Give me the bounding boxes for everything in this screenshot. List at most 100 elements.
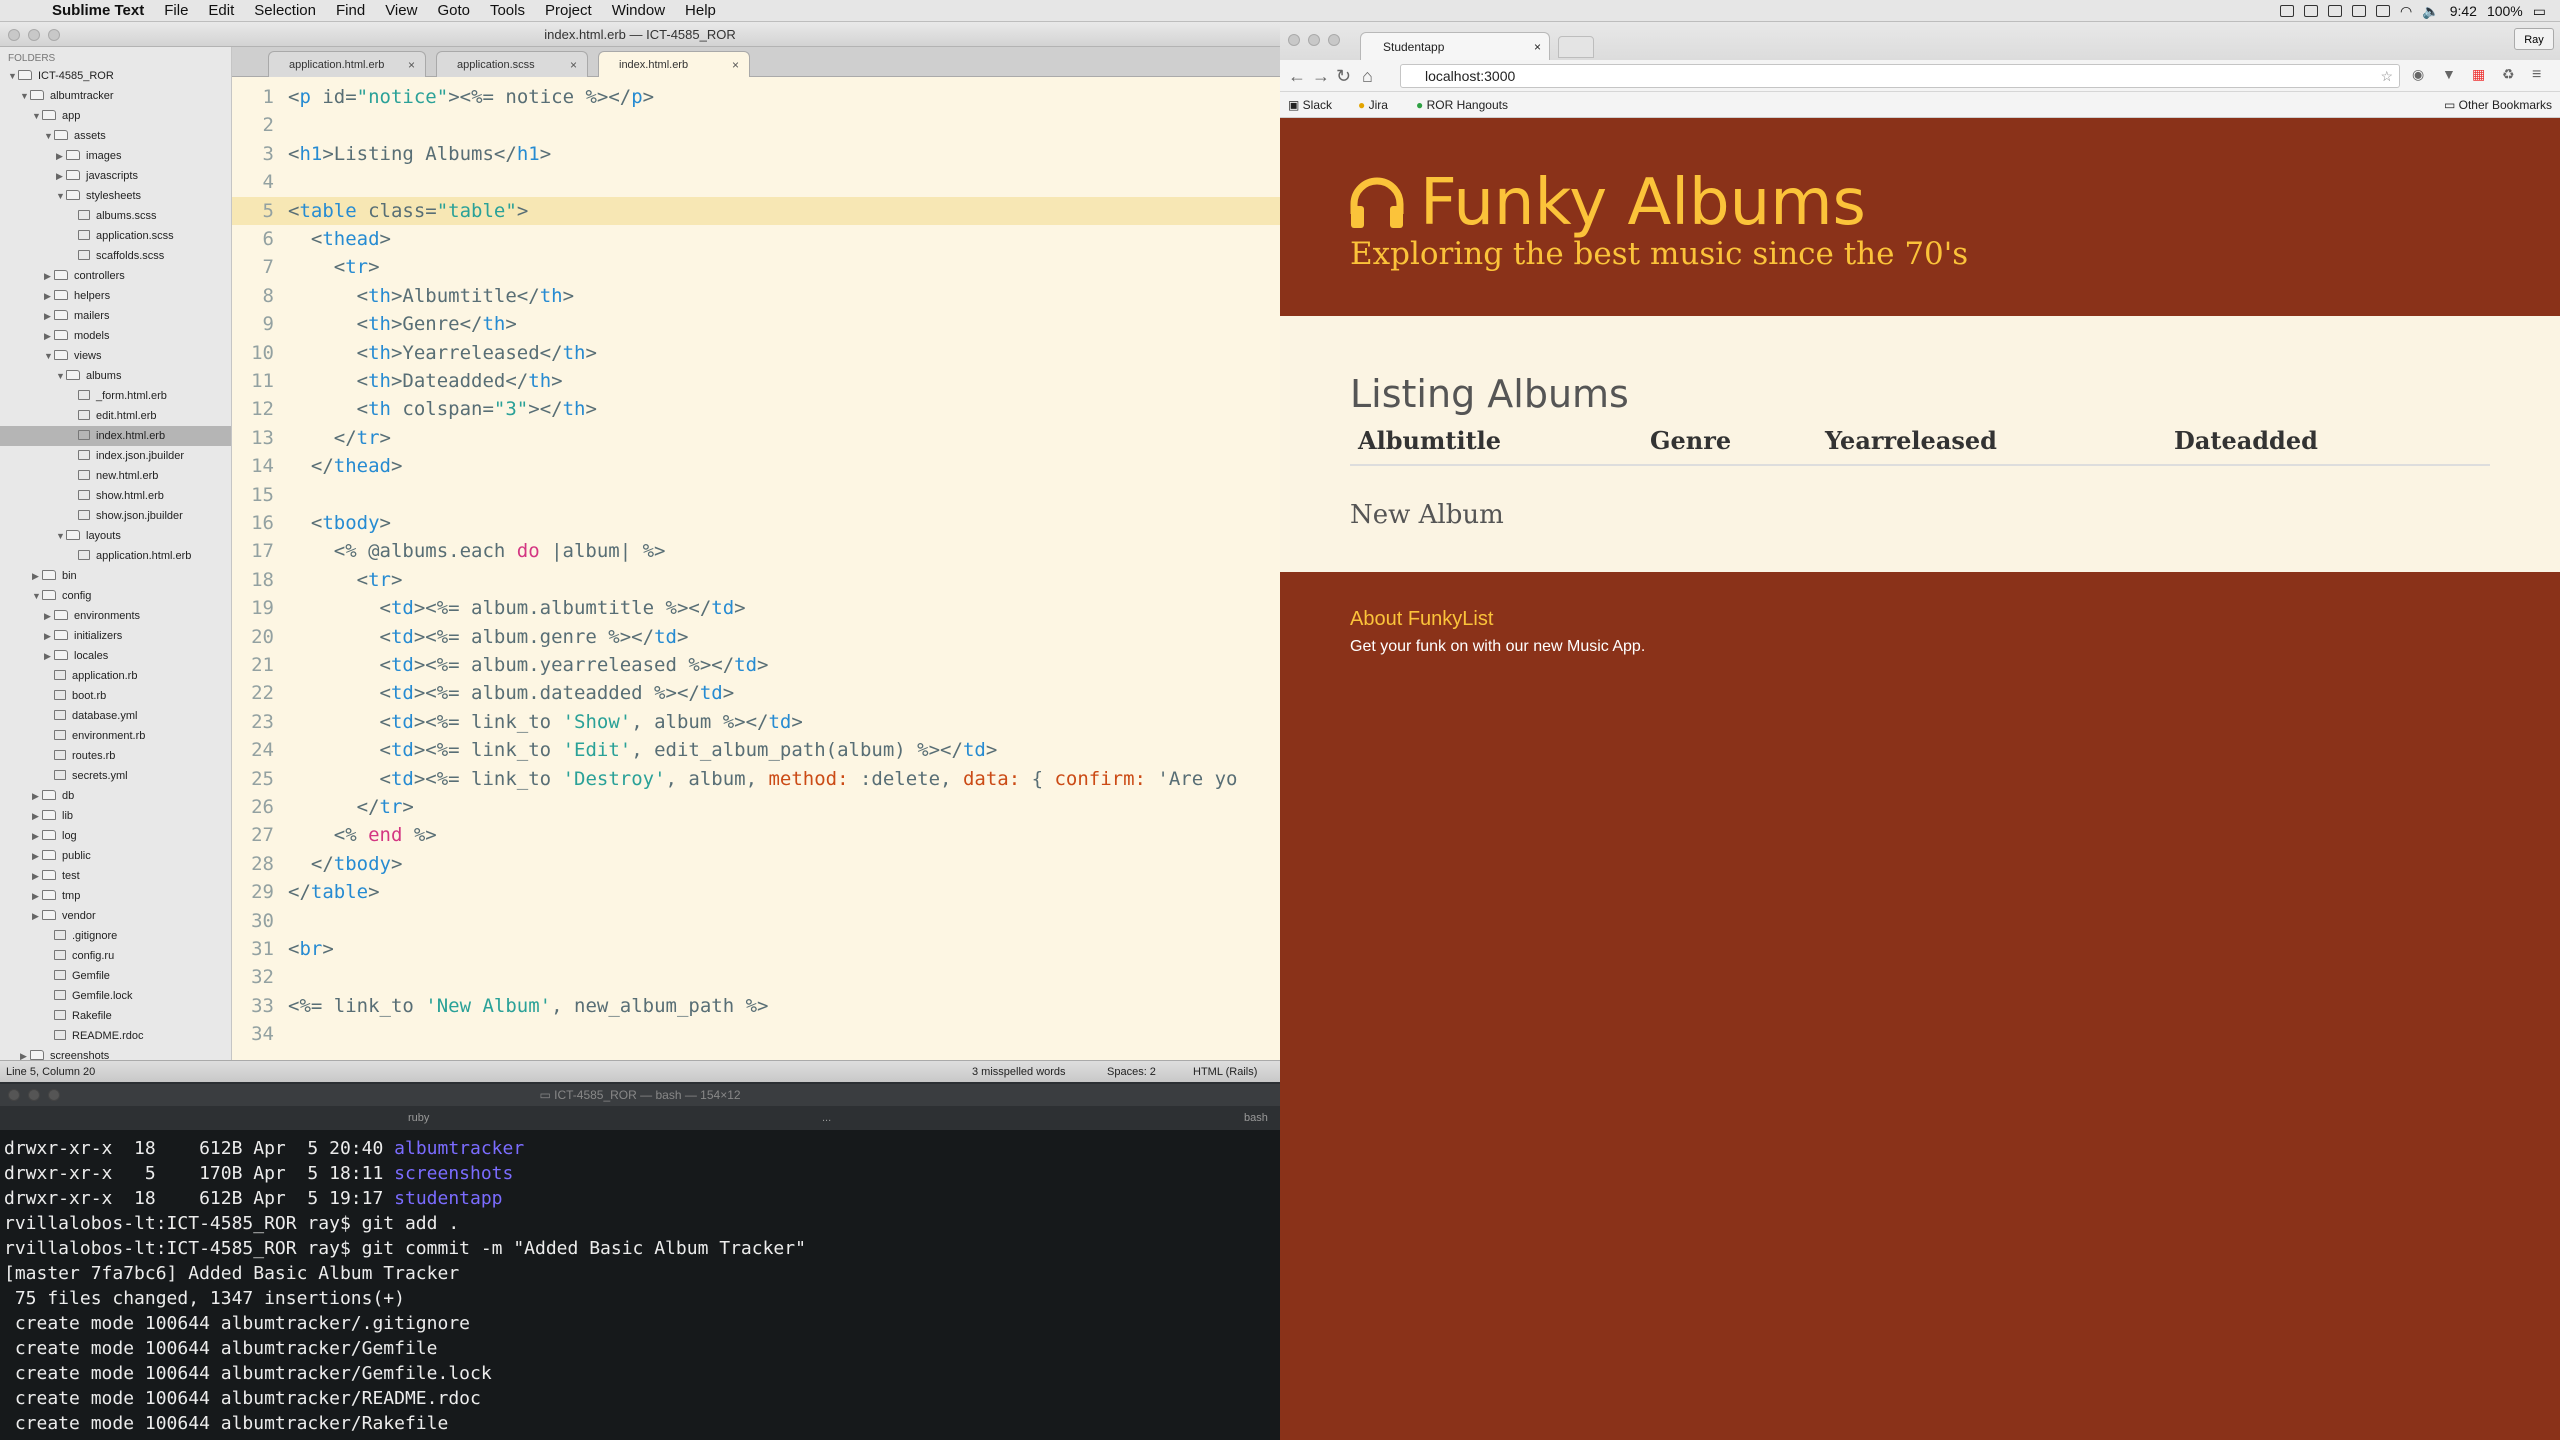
back-icon[interactable]: ← bbox=[1288, 66, 1306, 87]
code-line[interactable]: 28 </tbody> bbox=[232, 850, 1280, 878]
syntax-status[interactable]: HTML (Rails) bbox=[1193, 1061, 1257, 1083]
folder-item[interactable]: ▶ vendor bbox=[0, 906, 231, 926]
disclosure-open-icon[interactable]: ▼ bbox=[8, 66, 18, 86]
folder-item[interactable]: ▶ db bbox=[0, 786, 231, 806]
indentation-status[interactable]: Spaces: 2 bbox=[1107, 1061, 1156, 1083]
file-item[interactable]: config.ru bbox=[0, 946, 231, 966]
code-line[interactable]: 26 </tr> bbox=[232, 793, 1280, 821]
close-tab-icon[interactable]: × bbox=[1534, 33, 1541, 61]
bookmark-star-icon[interactable]: ☆ bbox=[2380, 65, 2393, 87]
disclosure-open-icon[interactable]: ▼ bbox=[56, 366, 66, 386]
footer-title[interactable]: About FunkyList bbox=[1350, 608, 1493, 631]
extension-icon[interactable]: ▦ bbox=[2472, 66, 2485, 83]
folder-item[interactable]: ▶ controllers bbox=[0, 266, 231, 286]
profile-button[interactable]: Ray bbox=[2514, 28, 2554, 50]
menu-goto[interactable]: Goto bbox=[437, 2, 470, 19]
file-item[interactable]: application.html.erb bbox=[0, 546, 231, 566]
disclosure-closed-icon[interactable]: ▶ bbox=[44, 266, 54, 286]
folder-item[interactable]: ▼ config bbox=[0, 586, 231, 606]
zoom-window-button[interactable] bbox=[48, 1089, 60, 1101]
volume-icon[interactable]: 🔈 bbox=[2422, 3, 2439, 20]
folder-item[interactable]: ▶ tmp bbox=[0, 886, 231, 906]
disclosure-closed-icon[interactable]: ▶ bbox=[32, 846, 42, 866]
file-item[interactable]: edit.html.erb bbox=[0, 406, 231, 426]
folder-item[interactable]: ▼ layouts bbox=[0, 526, 231, 546]
folder-item[interactable]: ▶ helpers bbox=[0, 286, 231, 306]
code-line[interactable]: 34 bbox=[232, 1020, 1280, 1048]
disclosure-closed-icon[interactable]: ▶ bbox=[32, 906, 42, 926]
tab-application-scss[interactable]: application.scss × bbox=[436, 51, 588, 77]
bookmark-ror-hangouts[interactable]: ● ROR Hangouts bbox=[1416, 92, 1508, 118]
other-bookmarks[interactable]: ▭ Other Bookmarks bbox=[2444, 92, 2552, 118]
code-line[interactable]: 17 <% @albums.each do |album| %> bbox=[232, 537, 1280, 565]
menu-app-name[interactable]: Sublime Text bbox=[52, 2, 144, 19]
disclosure-closed-icon[interactable]: ▶ bbox=[44, 326, 54, 346]
battery-icon[interactable]: ▭ bbox=[2533, 3, 2546, 20]
disclosure-open-icon[interactable]: ▼ bbox=[32, 586, 42, 606]
disclosure-open-icon[interactable]: ▼ bbox=[44, 346, 54, 366]
code-line[interactable]: 12 <th colspan="3"></th> bbox=[232, 395, 1280, 423]
extension-icon[interactable]: ♻ bbox=[2502, 66, 2515, 83]
new-tab-button[interactable] bbox=[1558, 36, 1594, 58]
terminal-tab-more[interactable]: ... bbox=[822, 1106, 831, 1130]
terminal-tab-ruby[interactable]: ruby bbox=[408, 1106, 429, 1130]
code-line[interactable]: 30 bbox=[232, 907, 1280, 935]
status-menu-icon[interactable] bbox=[2280, 5, 2295, 17]
code-line[interactable]: 29 </table> bbox=[232, 878, 1280, 906]
code-line[interactable]: 25 <td><%= link_to 'Destroy', album, met… bbox=[232, 765, 1280, 793]
site-title[interactable]: Funky Albums bbox=[1348, 166, 1866, 240]
terminal-tab-bash[interactable]: bash bbox=[1244, 1106, 1268, 1130]
close-window-button[interactable] bbox=[8, 1089, 20, 1101]
code-line[interactable]: 27 <% end %> bbox=[232, 821, 1280, 849]
tab-index-html-erb[interactable]: index.html.erb × bbox=[598, 51, 750, 78]
disclosure-closed-icon[interactable]: ▶ bbox=[44, 606, 54, 626]
code-line[interactable]: 1 <p id="notice"><%= notice %></p> bbox=[232, 83, 1280, 111]
status-menu-icon[interactable] bbox=[2352, 5, 2367, 17]
folder-item[interactable]: ▶ public bbox=[0, 846, 231, 866]
folder-item[interactable]: ▼ ICT-4585_ROR bbox=[0, 66, 231, 86]
disclosure-closed-icon[interactable]: ▶ bbox=[56, 166, 66, 186]
menu-window[interactable]: Window bbox=[612, 2, 665, 19]
status-menu-icon[interactable] bbox=[2304, 5, 2319, 17]
disclosure-closed-icon[interactable]: ▶ bbox=[32, 566, 42, 586]
disclosure-open-icon[interactable]: ▼ bbox=[32, 106, 42, 126]
file-item[interactable]: Gemfile.lock bbox=[0, 986, 231, 1006]
extension-icon[interactable]: ▼ bbox=[2442, 66, 2456, 82]
code-line[interactable]: 33 <%= link_to 'New Album', new_album_pat… bbox=[232, 992, 1280, 1020]
folder-item[interactable]: ▶ test bbox=[0, 866, 231, 886]
disclosure-closed-icon[interactable]: ▶ bbox=[56, 146, 66, 166]
menu-find[interactable]: Find bbox=[336, 2, 365, 19]
wifi-icon[interactable]: ◠ bbox=[2400, 3, 2412, 20]
disclosure-closed-icon[interactable]: ▶ bbox=[32, 866, 42, 886]
home-icon[interactable]: ⌂ bbox=[1362, 66, 1373, 87]
code-line[interactable]: 20 <td><%= album.genre %></td> bbox=[232, 623, 1280, 651]
terminal-output[interactable]: drwxr-xr-x 18 612B Apr 5 20:40 albumtrac… bbox=[4, 1136, 1274, 1436]
code-line[interactable]: 5 <table class="table"> bbox=[232, 196, 1280, 225]
disclosure-closed-icon[interactable]: ▶ bbox=[32, 786, 42, 806]
menu-selection[interactable]: Selection bbox=[254, 2, 316, 19]
close-tab-icon[interactable]: × bbox=[732, 52, 739, 78]
folder-item[interactable]: ▶ locales bbox=[0, 646, 231, 666]
close-tab-icon[interactable]: × bbox=[570, 52, 577, 78]
file-item[interactable]: database.yml bbox=[0, 706, 231, 726]
file-item[interactable]: .gitignore bbox=[0, 926, 231, 946]
code-line[interactable]: 22 <td><%= album.dateadded %></td> bbox=[232, 679, 1280, 707]
disclosure-closed-icon[interactable]: ▶ bbox=[44, 306, 54, 326]
clock[interactable]: 9:42 bbox=[2450, 3, 2477, 19]
code-line[interactable]: 13 </tr> bbox=[232, 424, 1280, 452]
minimize-window-button[interactable] bbox=[28, 1089, 40, 1101]
code-line[interactable]: 24 <td><%= link_to 'Edit', edit_album_pa… bbox=[232, 736, 1280, 764]
battery-percent[interactable]: 100% bbox=[2487, 3, 2523, 19]
code-line[interactable]: 32 bbox=[232, 963, 1280, 991]
code-line[interactable]: 15 bbox=[232, 481, 1280, 509]
disclosure-closed-icon[interactable]: ▶ bbox=[32, 826, 42, 846]
code-line[interactable]: 16 <tbody> bbox=[232, 509, 1280, 537]
minimize-window-button[interactable] bbox=[28, 29, 40, 41]
folder-item[interactable]: ▶ log bbox=[0, 826, 231, 846]
code-line[interactable]: 19 <td><%= album.albumtitle %></td> bbox=[232, 594, 1280, 622]
disclosure-open-icon[interactable]: ▼ bbox=[56, 186, 66, 206]
zoom-window-button[interactable] bbox=[1328, 34, 1340, 46]
menu-tools[interactable]: Tools bbox=[490, 2, 525, 19]
folder-item[interactable]: ▶ environments bbox=[0, 606, 231, 626]
zoom-window-button[interactable] bbox=[48, 29, 60, 41]
